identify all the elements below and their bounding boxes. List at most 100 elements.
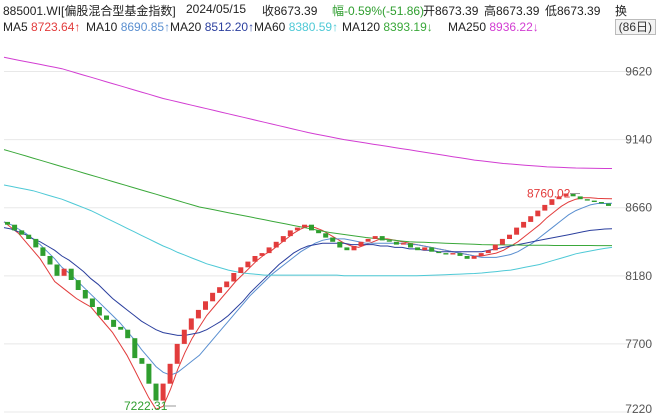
- candle-67: [478, 253, 484, 256]
- candle-55: [393, 241, 399, 245]
- candle-27: [195, 309, 201, 319]
- candle-71: [507, 234, 512, 239]
- y-tick-label-0: 7220: [625, 402, 652, 416]
- y-tick-label-1: 7700: [625, 337, 652, 351]
- kline-chart[interactable]: 7220 7700 8180 8660 9140 9620 8760.02 7222.31: [0, 0, 660, 416]
- candle-85: [606, 203, 611, 206]
- candle-56: [400, 243, 406, 245]
- y-tick-label-3: 8660: [625, 201, 652, 215]
- candle-3: [26, 234, 32, 239]
- candle-37: [266, 247, 272, 254]
- candle-1: [12, 224, 18, 231]
- candle-50: [358, 241, 364, 247]
- candle-52: [372, 236, 378, 239]
- high-price-label: 8760.02: [527, 187, 571, 201]
- candle-16: [118, 326, 124, 330]
- candle-72: [514, 227, 520, 235]
- candle-30: [217, 287, 223, 293]
- candle-53: [379, 236, 385, 241]
- candle-33: [238, 267, 244, 273]
- candle-10: [75, 280, 81, 290]
- y-axis-labels: 7220 7700 8180 8660 9140 9620: [625, 65, 652, 416]
- candle-41: [294, 227, 300, 231]
- candle-14: [104, 315, 109, 320]
- candle-48: [344, 247, 350, 251]
- candle-5: [40, 247, 46, 256]
- candle-60: [429, 247, 435, 252]
- candle-23: [167, 363, 173, 384]
- candle-34: [245, 261, 251, 268]
- candle-68: [485, 250, 491, 254]
- candle-74: [528, 216, 534, 222]
- candle-11: [82, 290, 88, 299]
- candle-36: [259, 253, 265, 256]
- moving-average-lines: [3, 56, 613, 410]
- ma120-line: [3, 149, 612, 247]
- candle-18: [132, 338, 138, 359]
- candle-57: [408, 243, 413, 248]
- candle-66: [471, 256, 477, 259]
- candle-4: [33, 238, 39, 248]
- candle-54: [386, 240, 392, 242]
- candle-59: [422, 247, 428, 251]
- price-annotations: 8760.02 7222.31: [124, 187, 580, 413]
- candle-64: [457, 253, 463, 256]
- candlesticks: [5, 193, 611, 401]
- candle-8: [61, 268, 67, 276]
- ma10-line: [3, 202, 613, 376]
- candle-7: [54, 264, 60, 276]
- candle-65: [464, 256, 470, 259]
- candle-28: [203, 301, 208, 310]
- candle-2: [19, 230, 25, 235]
- candle-82: [584, 199, 590, 201]
- y-tick-label-5: 9620: [625, 65, 652, 79]
- ma60-line: [3, 184, 613, 277]
- candle-24: [174, 343, 180, 364]
- candle-17: [125, 329, 131, 339]
- candle-12: [89, 298, 95, 307]
- candle-29: [210, 292, 216, 302]
- candle-43: [309, 224, 314, 231]
- candle-40: [287, 230, 293, 237]
- candle-46: [330, 237, 336, 242]
- candle-13: [96, 307, 102, 316]
- candle-9: [68, 268, 74, 280]
- low-price-label: 7222.31: [124, 399, 168, 413]
- y-tick-label-2: 8180: [625, 269, 652, 283]
- candle-76: [542, 204, 548, 211]
- ma250-line: [3, 56, 612, 169]
- candle-31: [224, 281, 230, 288]
- candle-84: [598, 202, 604, 204]
- candle-25: [181, 329, 187, 344]
- candle-51: [365, 238, 371, 242]
- candle-19: [139, 358, 145, 364]
- y-tick-label-4: 9140: [625, 133, 652, 147]
- candle-32: [231, 273, 237, 282]
- candle-20: [146, 363, 152, 384]
- chart-grid: [4, 71, 652, 413]
- candle-38: [273, 241, 279, 248]
- candle-83: [591, 200, 597, 202]
- candle-26: [188, 318, 194, 330]
- candle-63: [450, 253, 456, 255]
- candle-75: [535, 210, 541, 217]
- candle-47: [337, 241, 343, 248]
- candle-58: [415, 247, 421, 251]
- candle-73: [521, 221, 527, 228]
- ma5-line: [3, 197, 613, 410]
- candle-70: [499, 238, 505, 245]
- candle-42: [302, 224, 307, 228]
- candle-61: [436, 251, 442, 254]
- candle-81: [577, 196, 583, 200]
- ma20-line: [3, 227, 613, 336]
- candle-0: [5, 221, 10, 225]
- candle-15: [111, 319, 117, 327]
- candle-39: [280, 236, 286, 242]
- candle-69: [492, 244, 498, 251]
- candle-35: [252, 256, 258, 262]
- candle-62: [443, 253, 449, 255]
- candle-6: [47, 256, 53, 265]
- candle-44: [316, 230, 322, 234]
- candle-45: [323, 233, 329, 238]
- candle-49: [351, 246, 357, 251]
